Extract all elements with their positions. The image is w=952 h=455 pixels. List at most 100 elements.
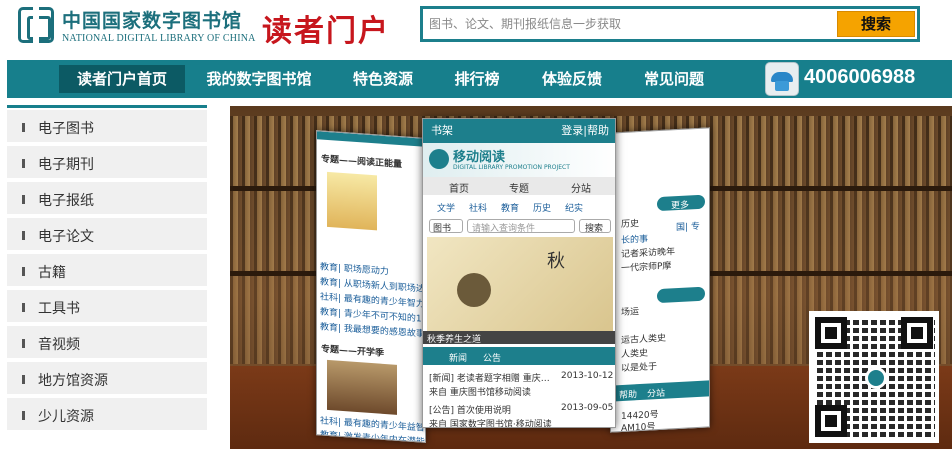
feature-caption: 秋季养生之道 bbox=[427, 335, 482, 345]
tab-topics: 专题 bbox=[509, 184, 529, 195]
app-search-button-label: 搜索 bbox=[585, 224, 604, 234]
app-banner: 移动阅读 DIGITAL LIBRARY PROMOTION PROJECT bbox=[423, 143, 615, 177]
bullet-icon bbox=[22, 123, 25, 132]
sidebar-item-ancient-books[interactable]: 古籍 bbox=[7, 254, 207, 288]
subtab: 教育 bbox=[501, 204, 520, 214]
sidebar-item-label: 少儿资源 bbox=[38, 409, 94, 425]
tab-branches: 分站 bbox=[571, 184, 591, 195]
list-item: 运古人类史 bbox=[621, 333, 667, 347]
news-tabs: 新闻 公告 bbox=[423, 347, 615, 365]
site-header: 中国国家数字图书馆 NATIONAL DIGITAL LIBRARY OF CH… bbox=[0, 0, 952, 60]
footer-link: 分站 bbox=[647, 388, 666, 400]
bullet-icon bbox=[22, 303, 25, 312]
sidebar-item-label: 电子论文 bbox=[38, 229, 94, 245]
news-tab: 新闻 bbox=[449, 354, 468, 364]
news-tab: 公告 bbox=[483, 354, 502, 364]
qr-finder bbox=[815, 405, 847, 437]
app-subtitle: DIGITAL LIBRARY PROMOTION PROJECT bbox=[453, 164, 570, 171]
subtab: 历史 bbox=[533, 204, 552, 214]
portal-title: 读者门户 bbox=[262, 14, 390, 49]
sidebar-item-label: 电子图书 bbox=[38, 121, 94, 137]
qr-code bbox=[809, 311, 939, 443]
more-tab bbox=[657, 286, 705, 304]
footer-link: 帮助 bbox=[619, 390, 638, 402]
feature-caption-bar: 秋季养生之道 bbox=[423, 331, 615, 345]
list-item: 国| 专 bbox=[676, 221, 700, 234]
sidebar-item-reference[interactable]: 工具书 bbox=[7, 290, 207, 324]
bullet-icon bbox=[22, 267, 25, 276]
logo-chinese-name[interactable]: 中国国家数字图书馆 bbox=[62, 6, 242, 33]
subtab: 纪实 bbox=[565, 204, 584, 214]
list-item: 长的事 bbox=[621, 234, 649, 247]
qr-finder bbox=[901, 317, 933, 349]
center-phone-screen: 书架 登录|帮助 移动阅读 DIGITAL LIBRARY PROMOTION … bbox=[422, 118, 616, 428]
main-nav: 读者门户首页 我的数字图书馆 特色资源 排行榜 体验反馈 常见问题 400600… bbox=[7, 60, 952, 98]
library-logo-icon[interactable] bbox=[18, 7, 54, 43]
list-item: 以是处于 bbox=[621, 362, 658, 375]
nav-item-faq[interactable]: 常见问题 bbox=[634, 65, 714, 93]
telephone-icon bbox=[765, 62, 799, 96]
list-item: 场运 bbox=[621, 307, 640, 319]
bookshelf-label: 书架 bbox=[431, 124, 453, 137]
nav-item-my-library[interactable]: 我的数字图书馆 bbox=[203, 65, 315, 93]
bullet-icon bbox=[22, 231, 25, 240]
login-help-label: 登录|帮助 bbox=[561, 124, 609, 137]
bullet-icon bbox=[22, 195, 25, 204]
sidebar-item-label: 音视频 bbox=[38, 337, 80, 353]
tab-home: 首页 bbox=[449, 184, 469, 195]
app-logo-icon bbox=[429, 149, 449, 169]
bullet-icon bbox=[22, 159, 25, 168]
more-label: 更多 bbox=[671, 200, 690, 212]
list-item: 一代宗师P摩 bbox=[621, 261, 672, 275]
bullet-icon bbox=[22, 339, 25, 348]
nav-item-feedback[interactable]: 体验反馈 bbox=[532, 65, 612, 93]
sidebar-top-border bbox=[7, 105, 207, 108]
news-title: [公告] 首次使用说明 bbox=[429, 406, 511, 416]
search-type-select: 图书 bbox=[429, 219, 463, 234]
search-bar: 搜索 bbox=[420, 6, 920, 42]
qr-finder bbox=[815, 317, 847, 349]
nav-item-featured[interactable]: 特色资源 bbox=[343, 65, 423, 93]
app-search-button: 搜索 bbox=[579, 219, 611, 234]
nav-item-home[interactable]: 读者门户首页 bbox=[59, 65, 185, 93]
sidebar-item-ebooks[interactable]: 电子图书 bbox=[7, 110, 207, 144]
sidebar-item-label: 电子期刊 bbox=[38, 157, 94, 173]
sidebar-item-local-library[interactable]: 地方馆资源 bbox=[7, 362, 207, 396]
news-title: [新闻] 老读者题字相赠 重庆… bbox=[429, 374, 550, 384]
news-date: 2013-10-12 bbox=[561, 371, 614, 381]
sidebar-item-children[interactable]: 少儿资源 bbox=[7, 398, 207, 432]
phone-top-bar: 书架 登录|帮助 bbox=[423, 119, 615, 143]
app-search-placeholder: 请输入查询条件 bbox=[472, 224, 536, 234]
app-search-input: 请输入查询条件 bbox=[467, 219, 575, 234]
topic-title: 专题——阅读正能量 bbox=[321, 154, 403, 171]
app-title: 移动阅读 bbox=[453, 150, 506, 165]
sidebar-item-label: 工具书 bbox=[38, 301, 80, 317]
sidebar-item-etheses[interactable]: 电子论文 bbox=[7, 218, 207, 252]
sidebar-item-ejournals[interactable]: 电子期刊 bbox=[7, 146, 207, 180]
search-type-label: 图书 bbox=[433, 224, 452, 234]
search-input[interactable] bbox=[425, 11, 835, 37]
nav-item-rankings[interactable]: 排行榜 bbox=[447, 65, 507, 93]
hotline-number: 4006006988 bbox=[804, 66, 916, 88]
phone-tabs: 首页 专题 分站 bbox=[423, 177, 615, 195]
bullet-icon bbox=[22, 375, 25, 384]
sidebar-item-audio-video[interactable]: 音视频 bbox=[7, 326, 207, 360]
sidebar-item-label: 地方馆资源 bbox=[38, 373, 108, 389]
topic-image bbox=[327, 359, 397, 415]
search-button[interactable]: 搜索 bbox=[837, 11, 915, 37]
subtab: 社科 bbox=[469, 204, 488, 214]
logo-english-name: NATIONAL DIGITAL LIBRARY OF CHINA bbox=[62, 33, 256, 44]
right-phone-screen: 更多 历史 国| 专 长的事 记者采访晚年 一代宗师P摩 场运 运古人类史 人类… bbox=[610, 127, 710, 433]
sidebar-item-enewspapers[interactable]: 电子报纸 bbox=[7, 182, 207, 216]
topic-title: 专题——开学季 bbox=[321, 344, 385, 359]
qr-logo-icon bbox=[865, 367, 887, 389]
news-date: 2013-09-05 bbox=[561, 403, 614, 413]
list-item: 人类史 bbox=[621, 348, 649, 361]
sidebar-item-label: 电子报纸 bbox=[38, 193, 94, 209]
bullet-icon bbox=[22, 411, 25, 420]
news-source: 来自 重庆图书馆移动阅读 bbox=[429, 388, 531, 398]
subtab: 文学 bbox=[437, 204, 456, 214]
feature-image: 秋 bbox=[427, 237, 613, 331]
promo-banner[interactable]: 专题——阅读正能量 教育| 职场愿动力 教育| 从职场新人到职场达人 社科| 最… bbox=[230, 106, 952, 449]
news-source: 来自 国家数字图书馆·移动阅读 bbox=[429, 420, 552, 428]
